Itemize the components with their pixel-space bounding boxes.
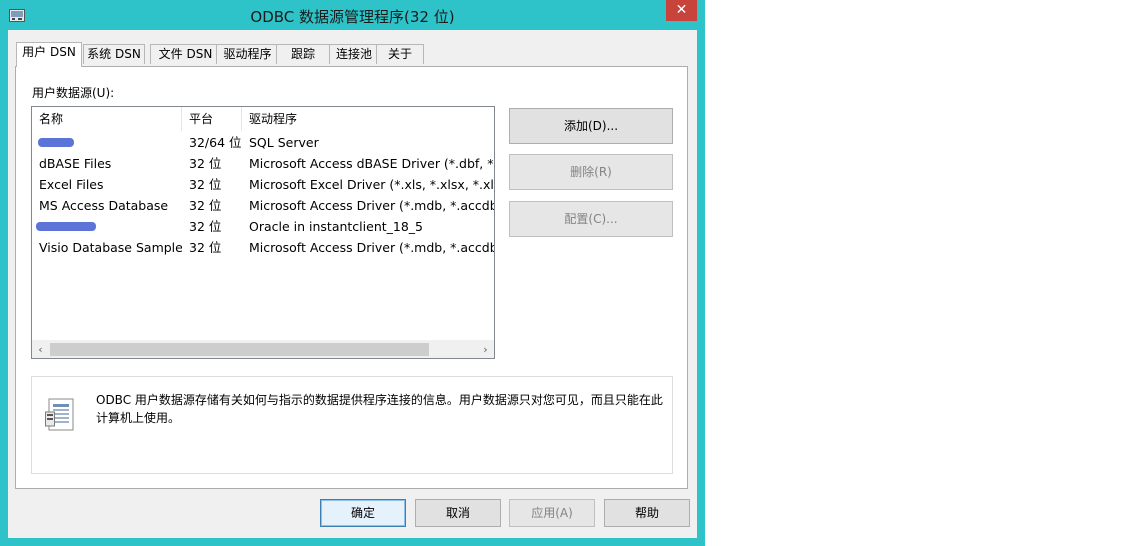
list-item[interactable]: Excel Files 32 位 Microsoft Excel Driver …	[32, 174, 494, 195]
dsn-driver: Microsoft Access Driver (*.mdb, *.accdb)	[249, 198, 494, 213]
dialog-client-area: 用户 DSN 系统 DSN 文件 DSN 驱动程序 跟踪 连接池 关于 用户数据…	[8, 30, 697, 538]
dsn-driver: SQL Server	[249, 135, 319, 150]
scroll-left-icon[interactable]: ‹	[32, 341, 49, 358]
ok-button[interactable]: 确定	[320, 499, 406, 527]
dsn-driver: Microsoft Excel Driver (*.xls, *.xlsx, *…	[249, 177, 494, 192]
list-item[interactable]: 32 位 Oracle in instantclient_18_5	[32, 216, 494, 237]
dsn-platform: 32 位	[189, 240, 222, 255]
tab-system-dsn[interactable]: 系统 DSN	[83, 44, 145, 64]
configure-button[interactable]: 配置(C)...	[509, 201, 673, 237]
list-header: 名称 平台 驱动程序	[32, 107, 494, 131]
column-header-platform[interactable]: 平台	[182, 107, 242, 131]
dsn-driver: Oracle in instantclient_18_5	[249, 219, 423, 234]
dsn-list[interactable]: 名称 平台 驱动程序 32/64 位 SQL Server dBASE File…	[31, 106, 495, 359]
remove-button[interactable]: 删除(R)	[509, 154, 673, 190]
tab-file-dsn[interactable]: 文件 DSN	[150, 44, 221, 64]
tab-about[interactable]: 关于	[376, 44, 424, 64]
user-dsn-panel: 用户数据源(U): 名称 平台 驱动程序 32/64 位 SQL Server …	[15, 66, 688, 489]
dsn-name: MS Access Database	[39, 198, 169, 213]
tab-drivers[interactable]: 驱动程序	[216, 44, 279, 64]
dsn-name: dBASE Files	[39, 156, 112, 171]
dsn-name: Visio Database Samples	[39, 240, 182, 255]
list-item[interactable]: Visio Database Samples 32 位 Microsoft Ac…	[32, 237, 494, 258]
dsn-name: Excel Files	[39, 177, 104, 192]
dsn-name	[32, 132, 182, 153]
user-data-sources-label: 用户数据源(U):	[32, 86, 115, 100]
cancel-button[interactable]: 取消	[415, 499, 501, 527]
scrollbar-thumb[interactable]	[50, 343, 429, 356]
scroll-right-icon[interactable]: ›	[477, 341, 494, 358]
horizontal-scrollbar[interactable]: ‹ ›	[32, 340, 494, 358]
window-title: ODBC 数据源管理程序(32 位)	[250, 8, 455, 26]
odbc-admin-window: ODBC 数据源管理程序(32 位) ✕ 用户 DSN 系统 DSN 文件 DS…	[0, 0, 705, 546]
help-button[interactable]: 帮助	[604, 499, 690, 527]
tab-tracing[interactable]: 跟踪	[276, 44, 330, 64]
dsn-name	[32, 216, 182, 237]
tab-user-dsn[interactable]: 用户 DSN	[16, 42, 82, 67]
dsn-platform: 32 位	[189, 219, 222, 234]
column-header-driver[interactable]: 驱动程序	[242, 107, 494, 131]
dsn-platform: 32/64 位	[189, 135, 242, 150]
redaction-mark	[36, 222, 96, 231]
title-bar[interactable]: ODBC 数据源管理程序(32 位) ✕	[0, 0, 705, 30]
data-source-info-icon	[45, 398, 74, 431]
dsn-driver: Microsoft Access dBASE Driver (*.dbf, *.…	[249, 156, 494, 171]
list-item[interactable]: 32/64 位 SQL Server	[32, 132, 494, 153]
redaction-mark	[38, 138, 74, 147]
dsn-driver: Microsoft Access Driver (*.mdb, *.accdb)	[249, 240, 494, 255]
dsn-platform: 32 位	[189, 156, 222, 171]
list-item[interactable]: dBASE Files 32 位 Microsoft Access dBASE …	[32, 153, 494, 174]
info-description: ODBC 用户数据源存储有关如何与指示的数据提供程序连接的信息。用户数据源只对您…	[96, 393, 663, 425]
column-header-name[interactable]: 名称	[32, 107, 182, 131]
close-button[interactable]: ✕	[666, 0, 697, 21]
close-icon: ✕	[675, 2, 688, 18]
info-box: ODBC 用户数据源存储有关如何与指示的数据提供程序连接的信息。用户数据源只对您…	[31, 376, 673, 474]
apply-button[interactable]: 应用(A)	[509, 499, 595, 527]
dsn-platform: 32 位	[189, 177, 222, 192]
add-button[interactable]: 添加(D)...	[509, 108, 673, 144]
tab-connection-pooling[interactable]: 连接池	[329, 44, 379, 64]
dsn-platform: 32 位	[189, 198, 222, 213]
list-item[interactable]: MS Access Database 32 位 Microsoft Access…	[32, 195, 494, 216]
